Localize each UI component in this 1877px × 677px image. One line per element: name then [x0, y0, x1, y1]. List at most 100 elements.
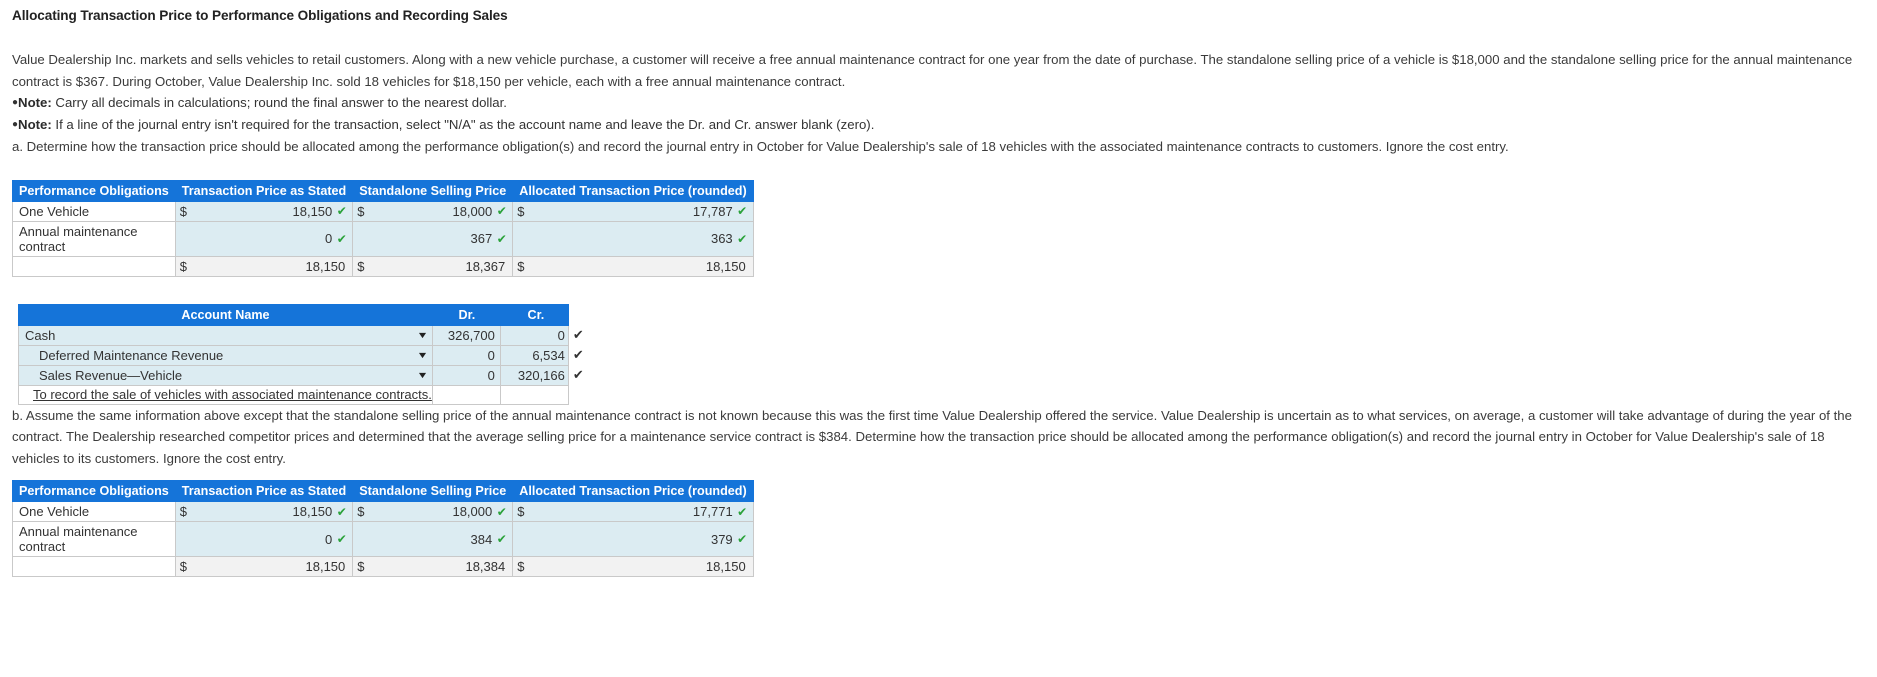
col-standalone-selling-price: Standalone Selling Price	[352, 480, 514, 502]
table-header-row: Performance Obligations Transaction Pric…	[12, 179, 754, 202]
account-name-select[interactable]: Sales Revenue—Vehicle ▼	[19, 366, 432, 385]
allocated-price-value: 363	[710, 231, 733, 246]
total-stated-cell: $ 18,150	[174, 556, 354, 577]
journal-memo-row: To record the sale of vehicles with asso…	[18, 384, 589, 405]
credit-cell[interactable]: 320,166	[499, 364, 569, 386]
currency-symbol: $	[517, 559, 525, 574]
journal-status-col	[568, 304, 589, 325]
standalone-price-value: 384	[470, 531, 493, 547]
check-icon: ✔	[496, 532, 507, 546]
allocated-price-cell[interactable]: 363 ✔	[512, 220, 754, 257]
col-debit: Dr.	[431, 303, 501, 326]
currency-symbol: $	[179, 504, 187, 519]
check-icon: ✔	[336, 231, 347, 246]
col-credit: Cr.	[499, 303, 569, 326]
check-icon: ✔	[568, 325, 589, 345]
standalone-price-cell[interactable]: 384 ✔	[352, 521, 514, 557]
allocated-price-cell[interactable]: $ 17,771 ✔	[512, 501, 754, 522]
page-title: Allocating Transaction Price to Performa…	[12, 8, 508, 23]
col-transaction-price-as-stated: Transaction Price as Stated	[174, 179, 354, 202]
part-b-prompt: b. Assume the same information above exc…	[12, 407, 1852, 466]
standalone-price-value: 367	[470, 231, 493, 246]
row-label: One Vehicle	[12, 501, 176, 522]
chevron-down-icon: ▼	[416, 370, 429, 380]
worksheet-page: Allocating Transaction Price to Performa…	[0, 0, 1877, 577]
debit-cell[interactable]: 0	[431, 344, 501, 366]
standalone-price-value: 18,000	[452, 504, 493, 519]
allocated-price-cell[interactable]: 379 ✔	[512, 521, 754, 557]
table-row: One Vehicle $ 18,150 ✔ $ 18,000 ✔ $ 17,7…	[12, 501, 754, 522]
memo-text: To record the sale of vehicles with asso…	[33, 387, 432, 402]
standalone-price-cell[interactable]: $ 18,000 ✔	[352, 501, 514, 522]
journal-row: Deferred Maintenance Revenue ▼ 0 6,534 ✔	[18, 344, 589, 366]
stated-price-value: 18,150	[292, 203, 333, 219]
col-standalone-selling-price: Standalone Selling Price	[352, 179, 514, 202]
memo-status-cell	[568, 385, 589, 404]
col-account-name: Account Name	[18, 303, 433, 326]
total-stated-value: 18,150	[305, 559, 346, 574]
credit-cell[interactable]: 6,534	[499, 344, 569, 366]
check-icon: ✔	[737, 231, 748, 246]
check-icon: ✔	[737, 504, 748, 519]
standalone-price-cell[interactable]: $ 18,000 ✔	[352, 200, 514, 222]
account-name-cell[interactable]: Cash ▼	[18, 324, 433, 346]
total-stated-value: 18,150	[305, 258, 346, 274]
allocated-price-value: 379	[710, 531, 733, 547]
check-icon: ✔	[568, 345, 589, 365]
currency-symbol: $	[179, 559, 187, 574]
journal-header-row: Account Name Dr. Cr.	[18, 303, 589, 326]
currency-symbol: $	[357, 559, 365, 574]
total-standalone-value: 18,384	[465, 559, 506, 574]
credit-cell[interactable]: 0	[499, 324, 569, 346]
table-header-row: Performance Obligations Transaction Pric…	[12, 480, 754, 502]
account-name-value: Cash	[25, 327, 56, 343]
currency-symbol: $	[179, 258, 187, 274]
note-2-label: Note:	[18, 117, 52, 132]
total-allocated-value: 18,150	[705, 258, 746, 274]
part-a-journal-entry-table: Account Name Dr. Cr. Cash ▼ 326,700 0 ✔	[18, 303, 589, 405]
note-2: ●Note: If a line of the journal entry is…	[12, 114, 1867, 136]
debit-cell[interactable]: 0	[431, 364, 501, 386]
part-a-allocation-table: Performance Obligations Transaction Pric…	[12, 179, 754, 277]
note-2-text: If a line of the journal entry isn't req…	[55, 117, 875, 132]
allocated-price-value: 17,771	[692, 504, 733, 519]
stated-price-cell[interactable]: $ 18,150 ✔	[174, 200, 354, 222]
col-performance-obligations: Performance Obligations	[12, 179, 176, 202]
total-standalone-cell: $ 18,384	[352, 556, 514, 577]
stated-price-cell[interactable]: 0 ✔	[174, 521, 354, 557]
journal-row: Sales Revenue—Vehicle ▼ 0 320,166 ✔	[18, 364, 589, 386]
check-icon: ✔	[336, 532, 347, 546]
currency-symbol: $	[517, 504, 525, 519]
standalone-price-value: 18,000	[452, 203, 493, 219]
stated-price-value: 0	[325, 231, 333, 246]
account-name-cell[interactable]: Deferred Maintenance Revenue ▼	[18, 344, 433, 366]
note-1: ●Note: Carry all decimals in calculation…	[12, 92, 1867, 114]
check-icon: ✔	[336, 204, 347, 218]
debit-cell[interactable]: 326,700	[431, 324, 501, 346]
col-performance-obligations: Performance Obligations	[12, 480, 176, 502]
stated-price-cell[interactable]: $ 18,150 ✔	[174, 501, 354, 522]
currency-symbol: $	[517, 258, 525, 274]
check-icon: ✔	[336, 504, 347, 519]
account-name-cell[interactable]: Sales Revenue—Vehicle ▼	[18, 364, 433, 386]
allocated-price-cell[interactable]: $ 17,787 ✔	[512, 200, 754, 222]
check-icon: ✔	[496, 204, 507, 218]
total-label	[12, 556, 176, 577]
check-icon: ✔	[737, 532, 748, 546]
allocated-price-value: 17,787	[692, 203, 733, 219]
memo-cell: To record the sale of vehicles with asso…	[18, 384, 433, 405]
currency-symbol: $	[357, 504, 365, 519]
note-1-text: Carry all decimals in calculations; roun…	[55, 95, 507, 110]
memo-credit-cell	[499, 384, 569, 405]
account-name-select[interactable]: Deferred Maintenance Revenue ▼	[19, 346, 432, 365]
standalone-price-cell[interactable]: 367 ✔	[352, 220, 514, 257]
account-name-select[interactable]: Cash ▼	[19, 326, 432, 345]
table-row: Annual maintenance contract 0 ✔ 367 ✔ 36…	[12, 220, 754, 257]
stated-price-cell[interactable]: 0 ✔	[174, 220, 354, 257]
check-icon: ✔	[496, 231, 507, 246]
total-allocated-value: 18,150	[705, 559, 746, 574]
table-total-row: $ 18,150 $ 18,367 $ 18,150	[12, 255, 754, 277]
total-stated-cell: $ 18,150	[174, 255, 354, 277]
chevron-down-icon: ▼	[416, 330, 429, 340]
memo-debit-cell	[431, 384, 501, 405]
